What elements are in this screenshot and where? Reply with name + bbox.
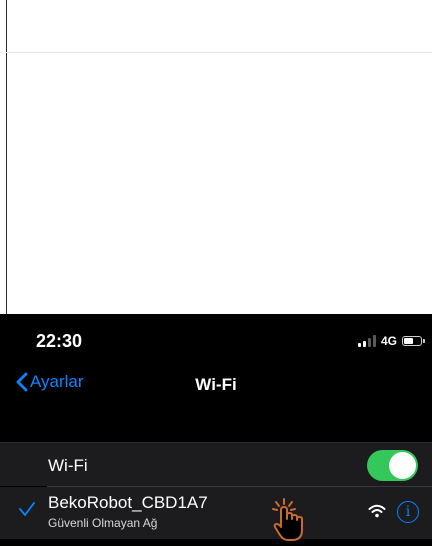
network-row[interactable]: BekoRobot_CBD1A7 Güvenli Olmayan Ağ i xyxy=(0,487,432,539)
status-time: 22:30 xyxy=(36,331,83,351)
blank-card xyxy=(0,0,432,314)
wifi-toggle[interactable] xyxy=(367,450,418,481)
tap-hand-icon xyxy=(272,498,303,541)
network-security: Güvenli Olmayan Ağ xyxy=(48,516,158,530)
wifi-signal-icon xyxy=(368,504,386,518)
navigation-bar: Ayarlar Wi-Fi xyxy=(0,366,432,406)
card-divider xyxy=(6,52,432,53)
info-icon: i xyxy=(405,504,411,520)
phone-screen: 22:30 4G Ayarlar Wi-Fi Wi-Fi BekoRobot_C… xyxy=(0,314,432,546)
network-type: 4G xyxy=(380,334,397,348)
checkmark-icon xyxy=(19,502,35,516)
status-bar: 22:30 4G xyxy=(0,314,432,366)
page-title: Wi-Fi xyxy=(195,375,237,394)
section-gap xyxy=(0,406,432,442)
status-indicators: 4G xyxy=(357,333,425,349)
network-name: BekoRobot_CBD1A7 xyxy=(48,493,208,512)
signal-bars-icon xyxy=(357,335,376,347)
wifi-label: Wi-Fi xyxy=(48,456,88,475)
info-button[interactable]: i xyxy=(397,501,419,523)
card-border xyxy=(6,0,7,314)
toggle-knob xyxy=(389,452,416,479)
wifi-toggle-row: Wi-Fi xyxy=(0,442,432,486)
battery-icon xyxy=(402,336,425,346)
